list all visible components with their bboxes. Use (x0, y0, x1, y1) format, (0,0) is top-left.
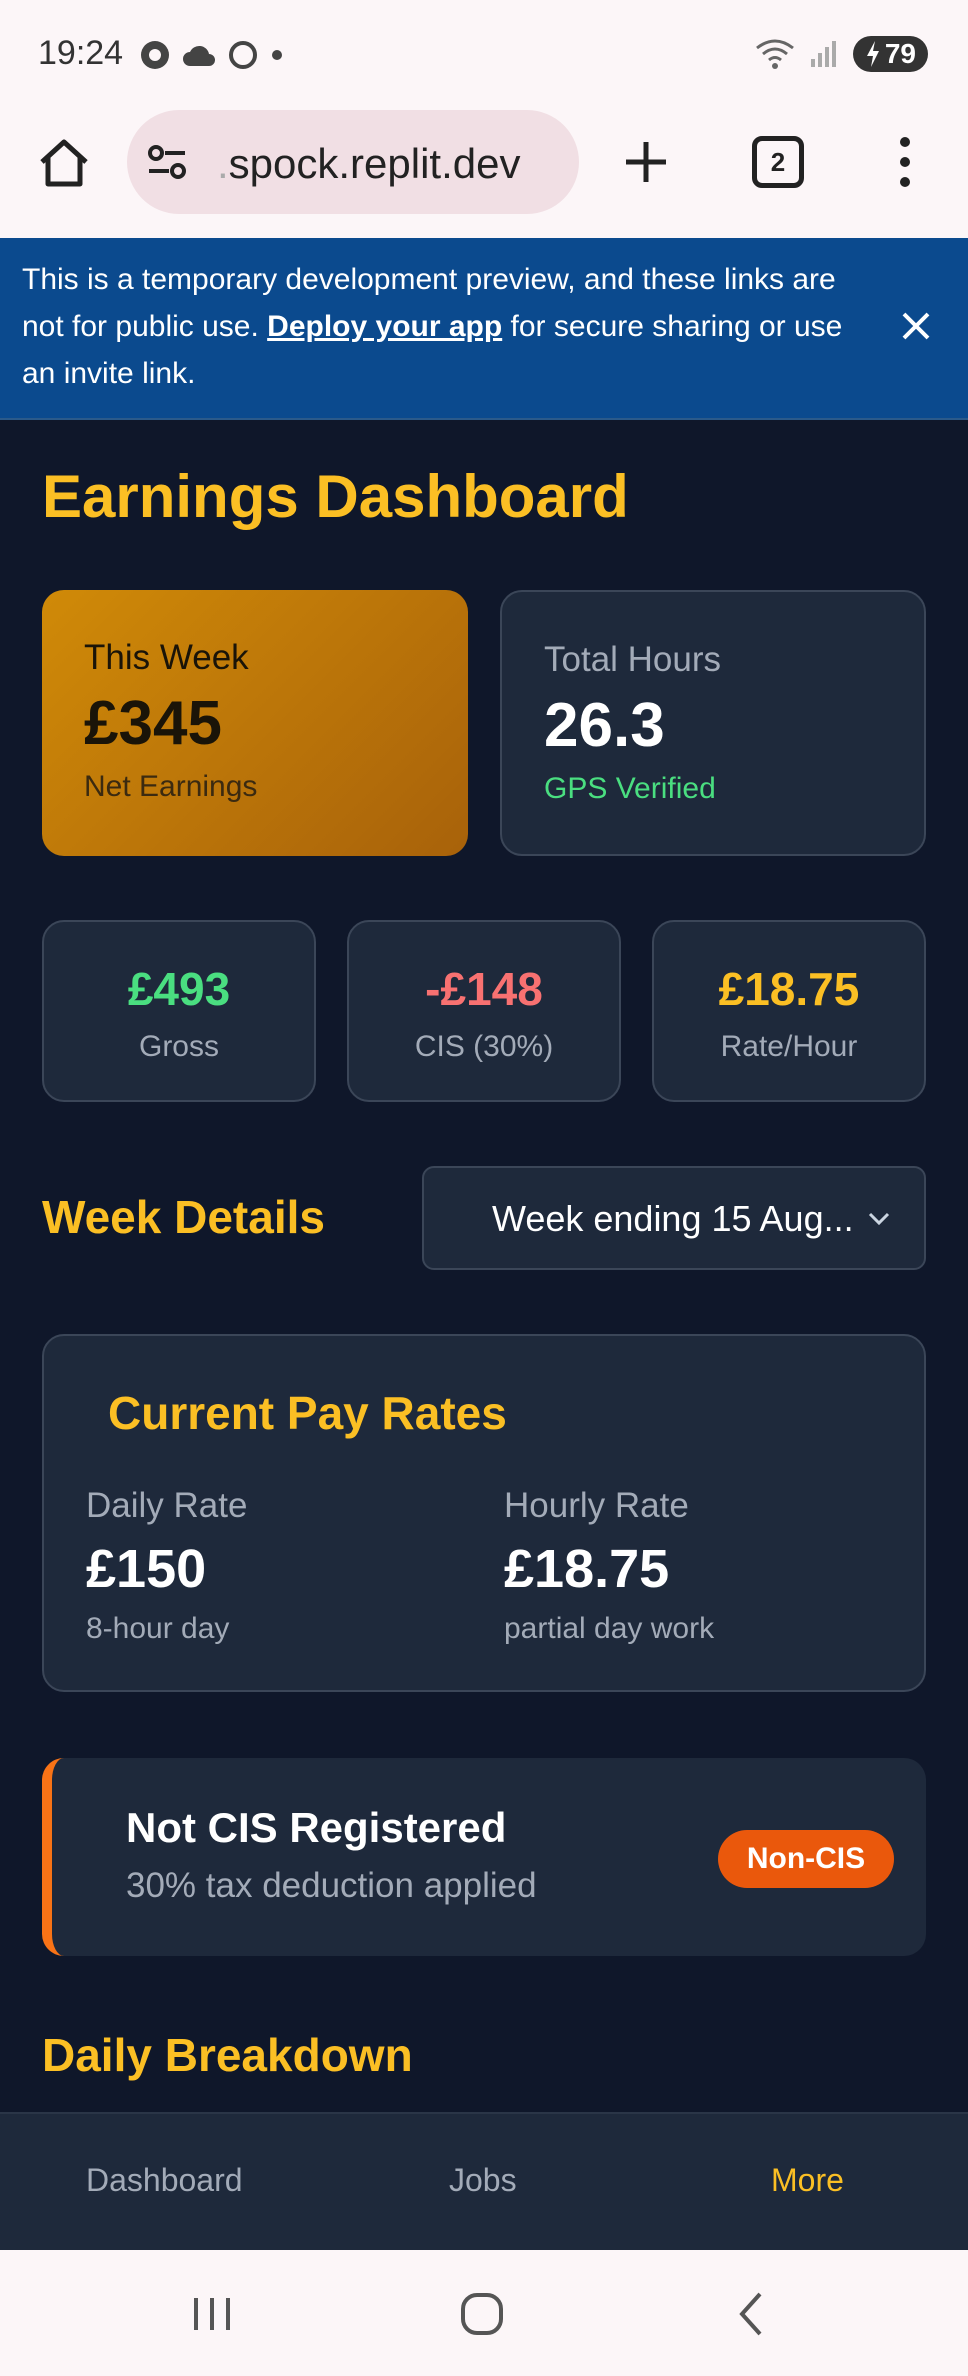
notification-icons (138, 38, 284, 72)
status-time: 19:24 (38, 34, 124, 72)
battery-indicator: 79 (852, 36, 928, 72)
signal-icon (810, 41, 836, 67)
daily-rate-label: Daily Rate (86, 1486, 248, 1525)
pay-rates-card: Current Pay Rates Daily Rate £150 8-hour… (42, 1334, 926, 1692)
tab-switcher-button[interactable]: 2 (752, 136, 804, 188)
daily-rate-sub: 8-hour day (86, 1612, 230, 1645)
system-nav-bar (0, 2250, 968, 2376)
home-nav-icon[interactable] (452, 2290, 512, 2338)
daily-breakdown-title: Daily Breakdown (42, 2029, 413, 2081)
total-hours-value: 26.3 (544, 691, 665, 760)
daily-rate-value: £150 (86, 1539, 207, 1599)
daily-rate: Daily Rate £150 8-hour day (86, 1486, 247, 1646)
new-tab-icon[interactable] (618, 134, 674, 190)
nav-jobs[interactable]: Jobs (449, 2162, 517, 2199)
week-select-value: Week ending 15 Aug... (492, 1198, 854, 1239)
hourly-rate-value: £18.75 (504, 1539, 670, 1599)
back-icon[interactable] (722, 2290, 782, 2338)
pay-rates-title: Current Pay Rates (108, 1387, 507, 1439)
week-select-dropdown[interactable]: Week ending 15 Aug... (422, 1166, 926, 1270)
ring-icon (229, 41, 257, 69)
week-details-title: Week Details (42, 1191, 325, 1243)
banner-text: This is a temporary development preview,… (22, 256, 882, 397)
cis-status-title: Not CIS Registered (126, 1804, 507, 1851)
site-settings-icon[interactable] (145, 140, 189, 184)
rate-per-hour-label: Rate/Hour (720, 1030, 858, 1063)
recent-apps-icon[interactable] (182, 2290, 242, 2338)
this-week-card: This Week £345 Net Earnings (42, 590, 468, 856)
hourly-rate: Hourly Rate £18.75 partial day work (504, 1486, 714, 1646)
address-bar[interactable]: .spock.replit.dev (127, 110, 579, 214)
url-host: spock.replit.dev (228, 140, 521, 187)
deploy-link[interactable]: Deploy your app (267, 310, 502, 343)
net-earnings-label: Net Earnings (84, 770, 258, 803)
home-icon[interactable] (36, 134, 92, 190)
nav-dashboard[interactable]: Dashboard (86, 2162, 243, 2199)
system-icons: 79 (755, 36, 928, 72)
cis-status-card: Not CIS Registered 30% tax deduction app… (42, 1758, 926, 1956)
cloud-icon (183, 45, 215, 66)
gross-label: Gross (138, 1030, 219, 1063)
url-text: .spock.replit.dev (217, 140, 520, 188)
hourly-rate-label: Hourly Rate (504, 1486, 689, 1525)
battery-level: 79 (884, 38, 916, 69)
cis-deduction-label: CIS (30%) (414, 1030, 554, 1063)
cis-deduction-card: -£148 CIS (30%) (347, 920, 621, 1102)
browser-toolbar: .spock.replit.dev 2 (0, 110, 968, 238)
gps-verified-label: GPS Verified (544, 772, 716, 805)
this-week-label: This Week (84, 638, 249, 677)
url-prefix: . (217, 140, 229, 187)
cis-status-sub: 30% tax deduction applied (126, 1866, 537, 1905)
charging-icon (866, 41, 879, 67)
close-icon[interactable] (896, 306, 936, 346)
hourly-rate-sub: partial day work (504, 1612, 715, 1645)
nav-more[interactable]: More (771, 2162, 844, 2199)
dot-icon (272, 50, 282, 60)
gross-value: £493 (127, 963, 231, 1015)
status-badge: Non-CIS (718, 1830, 894, 1888)
chevron-down-icon (868, 1212, 890, 1226)
rate-per-hour-card: £18.75 Rate/Hour (652, 920, 926, 1102)
more-menu-icon[interactable] (888, 132, 922, 192)
dev-preview-banner: This is a temporary development preview,… (0, 238, 968, 420)
page-title: Earnings Dashboard (42, 463, 629, 530)
net-earnings-value: £345 (84, 689, 222, 758)
status-bar: 19:24 79 (0, 0, 968, 110)
rate-per-hour-value: £18.75 (718, 963, 860, 1015)
wifi-icon (755, 39, 794, 69)
gross-card: £493 Gross (42, 920, 316, 1102)
total-hours-card: Total Hours 26.3 GPS Verified (500, 590, 926, 856)
bottom-nav: Dashboard Jobs More (0, 2112, 968, 2250)
chrome-icon (141, 41, 169, 69)
cis-deduction-value: -£148 (425, 963, 543, 1015)
total-hours-label: Total Hours (544, 640, 722, 679)
